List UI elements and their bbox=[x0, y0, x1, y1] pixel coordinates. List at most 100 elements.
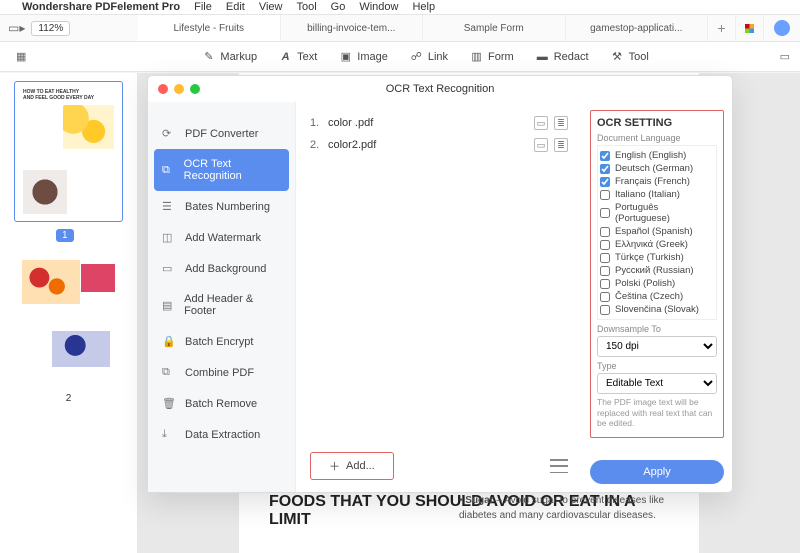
zoom-level[interactable]: 112% bbox=[31, 21, 70, 36]
language-option[interactable]: Italiano (Italian) bbox=[600, 188, 714, 201]
language-option[interactable]: Polski (Polish) bbox=[600, 277, 714, 290]
language-checkbox[interactable] bbox=[600, 177, 610, 187]
sidebar-item-label: PDF Converter bbox=[185, 128, 258, 140]
language-label: Čeština (Czech) bbox=[615, 291, 683, 302]
language-label: Русский (Russian) bbox=[615, 265, 694, 276]
language-checkbox[interactable] bbox=[600, 190, 610, 200]
sidebar-item-label: Bates Numbering bbox=[185, 201, 270, 213]
app-name[interactable]: Wondershare PDFelement Pro bbox=[22, 1, 180, 13]
watermark-icon: ◫ bbox=[162, 231, 175, 244]
language-option[interactable]: Français (French) bbox=[600, 175, 714, 188]
language-option[interactable]: Español (Spanish) bbox=[600, 225, 714, 238]
file-preview-icon[interactable]: ▭ bbox=[534, 138, 548, 152]
language-checkbox[interactable] bbox=[600, 253, 610, 263]
sidebar-item-combine[interactable]: ⧉Combine PDF bbox=[148, 357, 295, 388]
language-option[interactable]: Slovenčina (Slovak) bbox=[600, 303, 714, 316]
tab-billing-invoice[interactable]: billing-invoice-tem... bbox=[281, 15, 424, 41]
tool-label: Redact bbox=[554, 51, 589, 63]
menu-view[interactable]: View bbox=[259, 1, 283, 13]
doc-bullet-label: Sugar bbox=[465, 495, 493, 506]
sidebar-item-watermark[interactable]: ◫Add Watermark bbox=[148, 222, 295, 253]
tool-image[interactable]: ▣Image bbox=[339, 50, 388, 63]
file-index: 2. bbox=[310, 139, 328, 151]
language-checkbox[interactable] bbox=[600, 227, 610, 237]
language-option[interactable]: Русский (Russian) bbox=[600, 264, 714, 277]
page-thumbnail-1[interactable] bbox=[14, 81, 123, 222]
file-settings-icon[interactable]: ≣ bbox=[554, 138, 568, 152]
add-button-label: Add... bbox=[346, 460, 375, 472]
sidebar-item-encrypt[interactable]: 🔒Batch Encrypt bbox=[148, 326, 295, 357]
language-option[interactable]: Português (Portuguese) bbox=[600, 201, 714, 225]
add-file-button[interactable]: ＋Add... bbox=[310, 452, 394, 480]
file-row[interactable]: 2.color2.pdf▭≣ bbox=[310, 134, 568, 156]
tool-text[interactable]: AText bbox=[279, 50, 317, 63]
tool-tool[interactable]: ⚒Tool bbox=[611, 50, 649, 63]
sidebar-item-bates[interactable]: ☰Bates Numbering bbox=[148, 191, 295, 222]
document-tabs: Lifestyle - Fruits billing-invoice-tem..… bbox=[138, 15, 764, 41]
menu-help[interactable]: Help bbox=[412, 1, 435, 13]
language-list[interactable]: English (English)Deutsch (German)Françai… bbox=[597, 145, 717, 320]
language-option[interactable]: Ελληνικά (Greek) bbox=[600, 238, 714, 251]
converter-icon: ⟳ bbox=[162, 127, 175, 140]
downsample-select[interactable]: 150 dpi bbox=[597, 336, 717, 357]
language-checkbox[interactable] bbox=[600, 151, 610, 161]
close-icon[interactable] bbox=[158, 84, 168, 94]
tool-markup[interactable]: ✎Markup bbox=[202, 50, 257, 63]
tool-redact[interactable]: ▬ Redact bbox=[536, 50, 589, 63]
language-label: English (English) bbox=[615, 150, 686, 161]
reader-view-icon[interactable]: ▭ bbox=[780, 50, 790, 63]
file-settings-icon[interactable]: ≣ bbox=[554, 116, 568, 130]
page-thumbnail-2[interactable] bbox=[14, 252, 123, 389]
list-options-icon[interactable] bbox=[550, 459, 568, 473]
language-checkbox[interactable] bbox=[600, 208, 610, 218]
language-option[interactable]: Türkçe (Turkish) bbox=[600, 251, 714, 264]
tool-label: Image bbox=[357, 51, 388, 63]
new-tab-button[interactable]: + bbox=[708, 15, 736, 41]
language-checkbox[interactable] bbox=[600, 240, 610, 250]
menu-go[interactable]: Go bbox=[331, 1, 346, 13]
redact-icon: ▬ bbox=[536, 50, 549, 63]
user-avatar-icon[interactable] bbox=[774, 20, 790, 36]
menu-window[interactable]: Window bbox=[359, 1, 398, 13]
file-preview-icon[interactable]: ▭ bbox=[534, 116, 548, 130]
file-row[interactable]: 1.color .pdf▭≣ bbox=[310, 112, 568, 134]
tab-label: Lifestyle - Fruits bbox=[173, 23, 244, 34]
apply-button[interactable]: Apply bbox=[590, 460, 724, 484]
menu-edit[interactable]: Edit bbox=[226, 1, 245, 13]
language-label: Polski (Polish) bbox=[615, 278, 675, 289]
language-checkbox[interactable] bbox=[600, 266, 610, 276]
downsample-label: Downsample To bbox=[597, 324, 717, 334]
sidebar-item-background[interactable]: ▭Add Background bbox=[148, 253, 295, 284]
tab-sample-form[interactable]: Sample Form bbox=[423, 15, 566, 41]
doc-bullet: • Sugar – Avoid sugar to prevent disease… bbox=[459, 493, 669, 523]
tool-label: Tool bbox=[629, 51, 649, 63]
sidebar-item-header-footer[interactable]: ▤Add Header & Footer bbox=[148, 284, 295, 326]
menu-file[interactable]: File bbox=[194, 1, 212, 13]
sidebar-toggle-icon[interactable]: ▭▸ bbox=[8, 21, 25, 35]
language-checkbox[interactable] bbox=[600, 164, 610, 174]
sidebar-item-ocr[interactable]: ⧉OCR Text Recognition bbox=[154, 149, 289, 191]
tab-lifestyle-fruits[interactable]: Lifestyle - Fruits bbox=[138, 15, 281, 41]
page-thumbnails-panel: 1 2 bbox=[0, 73, 138, 553]
tool-form[interactable]: ▥Form bbox=[470, 50, 514, 63]
language-option[interactable]: Čeština (Czech) bbox=[600, 290, 714, 303]
minimize-icon[interactable] bbox=[174, 84, 184, 94]
apps-grid-icon[interactable] bbox=[736, 15, 764, 41]
thumbnails-view-icon[interactable]: ▦ bbox=[16, 50, 26, 63]
maximize-icon[interactable] bbox=[190, 84, 200, 94]
language-option[interactable]: English (English) bbox=[600, 149, 714, 162]
language-checkbox[interactable] bbox=[600, 305, 610, 315]
type-label: Type bbox=[597, 361, 717, 371]
menu-tool[interactable]: Tool bbox=[296, 1, 316, 13]
tab-gamestop-application[interactable]: gamestop-applicati... bbox=[566, 15, 709, 41]
language-checkbox[interactable] bbox=[600, 279, 610, 289]
form-icon: ▥ bbox=[470, 50, 483, 63]
tool-link[interactable]: ☍Link bbox=[410, 50, 448, 63]
type-select[interactable]: Editable Text bbox=[597, 373, 717, 394]
language-checkbox[interactable] bbox=[600, 292, 610, 302]
sidebar-item-remove[interactable]: 🗑Batch Remove bbox=[148, 388, 295, 419]
language-option[interactable]: Deutsch (German) bbox=[600, 162, 714, 175]
sidebar-item-label: Add Header & Footer bbox=[184, 293, 281, 317]
sidebar-item-extract[interactable]: ⤓Data Extraction bbox=[148, 419, 295, 450]
sidebar-item-pdf-converter[interactable]: ⟳ PDF Converter bbox=[148, 118, 295, 149]
